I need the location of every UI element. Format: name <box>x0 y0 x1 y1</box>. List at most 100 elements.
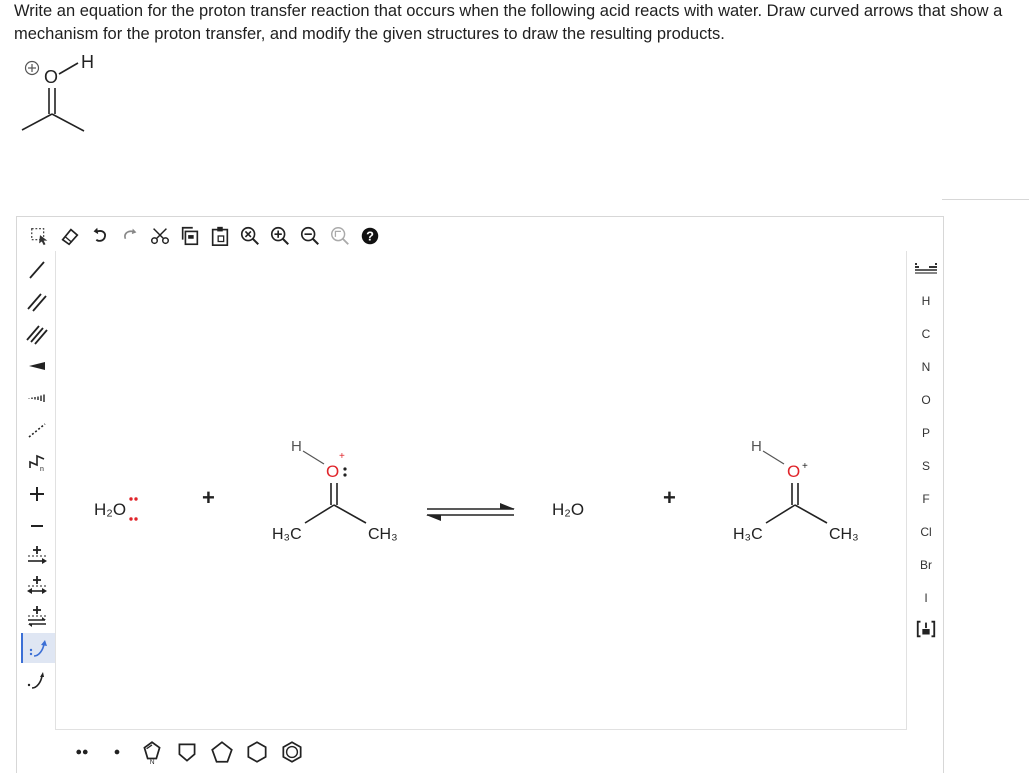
cyclobutane-template[interactable] <box>174 739 200 765</box>
cut-button[interactable] <box>147 223 173 249</box>
radical-icon <box>114 749 120 755</box>
element-c-button[interactable]: C <box>911 320 941 348</box>
element-o-button[interactable]: O <box>911 386 941 414</box>
minus-icon <box>31 525 43 527</box>
reactant-methyl-right: CH₃ <box>368 526 398 543</box>
product-protonated-acetone: H O + H₃C CH₃ <box>733 438 859 543</box>
plus-icon <box>30 487 44 501</box>
product-water-label: H₂O <box>552 500 584 519</box>
copy-button[interactable] <box>177 223 203 249</box>
hash-bond-icon <box>28 394 45 402</box>
product-oxygen: O <box>787 462 800 481</box>
zoom-out-button[interactable] <box>297 223 323 249</box>
element-f-button[interactable]: F <box>911 485 941 513</box>
element-i-button[interactable]: I <box>911 584 941 612</box>
editor-bottom-toolbar: N <box>69 732 305 772</box>
pyrrole-ring-icon: N <box>143 741 161 765</box>
molecule-editor: ? n H₂O + H O + H₃C CH₃ H₂O + H O + H₃C … <box>16 216 944 773</box>
element-n-button[interactable]: N <box>911 353 941 381</box>
redo-icon <box>124 228 137 240</box>
element-cl-button[interactable]: Cl <box>911 518 941 546</box>
erase-tool[interactable] <box>57 223 83 249</box>
reactant-acetone-oxygen: O <box>326 462 339 481</box>
help-button[interactable]: ? <box>357 223 383 249</box>
reactant-charge: + <box>339 451 345 462</box>
triple-bond-icon <box>26 325 48 345</box>
wavy-bond-tool[interactable] <box>21 415 53 445</box>
product-methyl-left: H₃C <box>733 526 763 543</box>
cyclopentane-icon <box>211 741 233 763</box>
dashed-bond-icon <box>28 423 46 438</box>
element-p-button[interactable]: P <box>911 419 941 447</box>
double-bond-tool[interactable] <box>21 287 53 317</box>
equilibrium-arrow-tool[interactable] <box>21 601 53 631</box>
product-methyl-right: CH₃ <box>829 526 859 543</box>
lone-pair-tool[interactable] <box>69 739 95 765</box>
element-h-button[interactable]: H <box>911 287 941 315</box>
redo-button[interactable] <box>117 223 143 249</box>
single-bond-tool[interactable] <box>21 255 53 285</box>
positive-charge-tool[interactable] <box>21 479 53 509</box>
reaction-arrow-tool[interactable] <box>21 541 53 571</box>
element-s-button[interactable]: S <box>911 452 941 480</box>
eraser-icon <box>61 228 79 246</box>
svg-text:?: ? <box>366 229 374 244</box>
editor-top-toolbar: ? <box>27 221 383 251</box>
cyclobutane-icon <box>178 743 196 762</box>
single-bond-icon <box>29 261 45 279</box>
editor-left-toolbar: n <box>19 255 55 725</box>
zoom-fit-icon <box>331 227 349 245</box>
reactant-methyl-left: H₃C <box>272 526 302 543</box>
reactant-water-label: H₂O <box>94 500 126 519</box>
zoom-in-button[interactable] <box>267 223 293 249</box>
product-charge: + <box>802 461 808 472</box>
svg-text:N: N <box>150 759 155 765</box>
pyrrole-template[interactable]: N <box>139 739 165 765</box>
reaction-scheme: H₂O + H O + H₃C CH₃ H₂O + H O + H₃C CH₃ <box>94 438 859 543</box>
copy-icon <box>181 226 199 246</box>
chain-tool[interactable]: n <box>21 447 53 477</box>
template-button[interactable] <box>911 615 941 643</box>
radical-tool[interactable] <box>104 739 130 765</box>
given-oxygen: O <box>44 67 58 87</box>
negative-charge-tool[interactable] <box>21 511 53 541</box>
product-hydrogen: H <box>751 438 762 455</box>
hash-bond-tool[interactable] <box>21 383 53 413</box>
paste-button[interactable] <box>207 223 233 249</box>
given-structure: O H <box>21 52 94 132</box>
plus-sign: + <box>202 485 215 510</box>
reactant-acetone: H O + H₃C CH₃ <box>272 438 398 543</box>
paste-icon <box>211 226 229 246</box>
svg-text:n: n <box>40 466 44 473</box>
help-icon: ? <box>361 227 379 245</box>
clear-button[interactable] <box>237 223 263 249</box>
drawing-canvas[interactable]: H₂O + H O + H₃C CH₃ H₂O + H O + H₃C CH₃ <box>55 251 907 730</box>
lasso-select-icon <box>31 228 48 246</box>
curved-arrow-single-icon <box>27 672 44 689</box>
single-electron-arrow-tool[interactable] <box>21 665 53 695</box>
zoom-out-icon <box>300 226 319 245</box>
zoom-fit-button[interactable] <box>327 223 353 249</box>
double-head-arrow-icon <box>27 576 47 594</box>
benzene-template[interactable] <box>279 739 305 765</box>
reactant-acetone-hydrogen: H <box>291 438 302 455</box>
given-hydrogen: H <box>81 52 94 72</box>
scissors-icon <box>151 228 169 245</box>
wedge-bond-tool[interactable] <box>21 351 53 381</box>
undo-icon <box>93 227 106 242</box>
cyclopentane-template[interactable] <box>209 739 235 765</box>
equilibrium-arrow[interactable] <box>426 503 515 521</box>
clear-canvas-icon <box>240 226 259 245</box>
select-tool[interactable] <box>27 223 53 249</box>
periodic-table-button[interactable] <box>911 255 941 283</box>
cyclohexane-template[interactable] <box>244 739 270 765</box>
electron-pair-arrow-tool[interactable] <box>21 633 55 663</box>
chain-icon: n <box>29 454 45 473</box>
curved-arrow-pair-icon <box>29 640 47 657</box>
triple-bond-tool[interactable] <box>21 319 53 349</box>
element-br-button[interactable]: Br <box>911 551 941 579</box>
lone-pair-icon <box>76 749 88 755</box>
benzene-icon <box>282 741 302 763</box>
resonance-arrow-tool[interactable] <box>21 571 53 601</box>
undo-button[interactable] <box>87 223 113 249</box>
